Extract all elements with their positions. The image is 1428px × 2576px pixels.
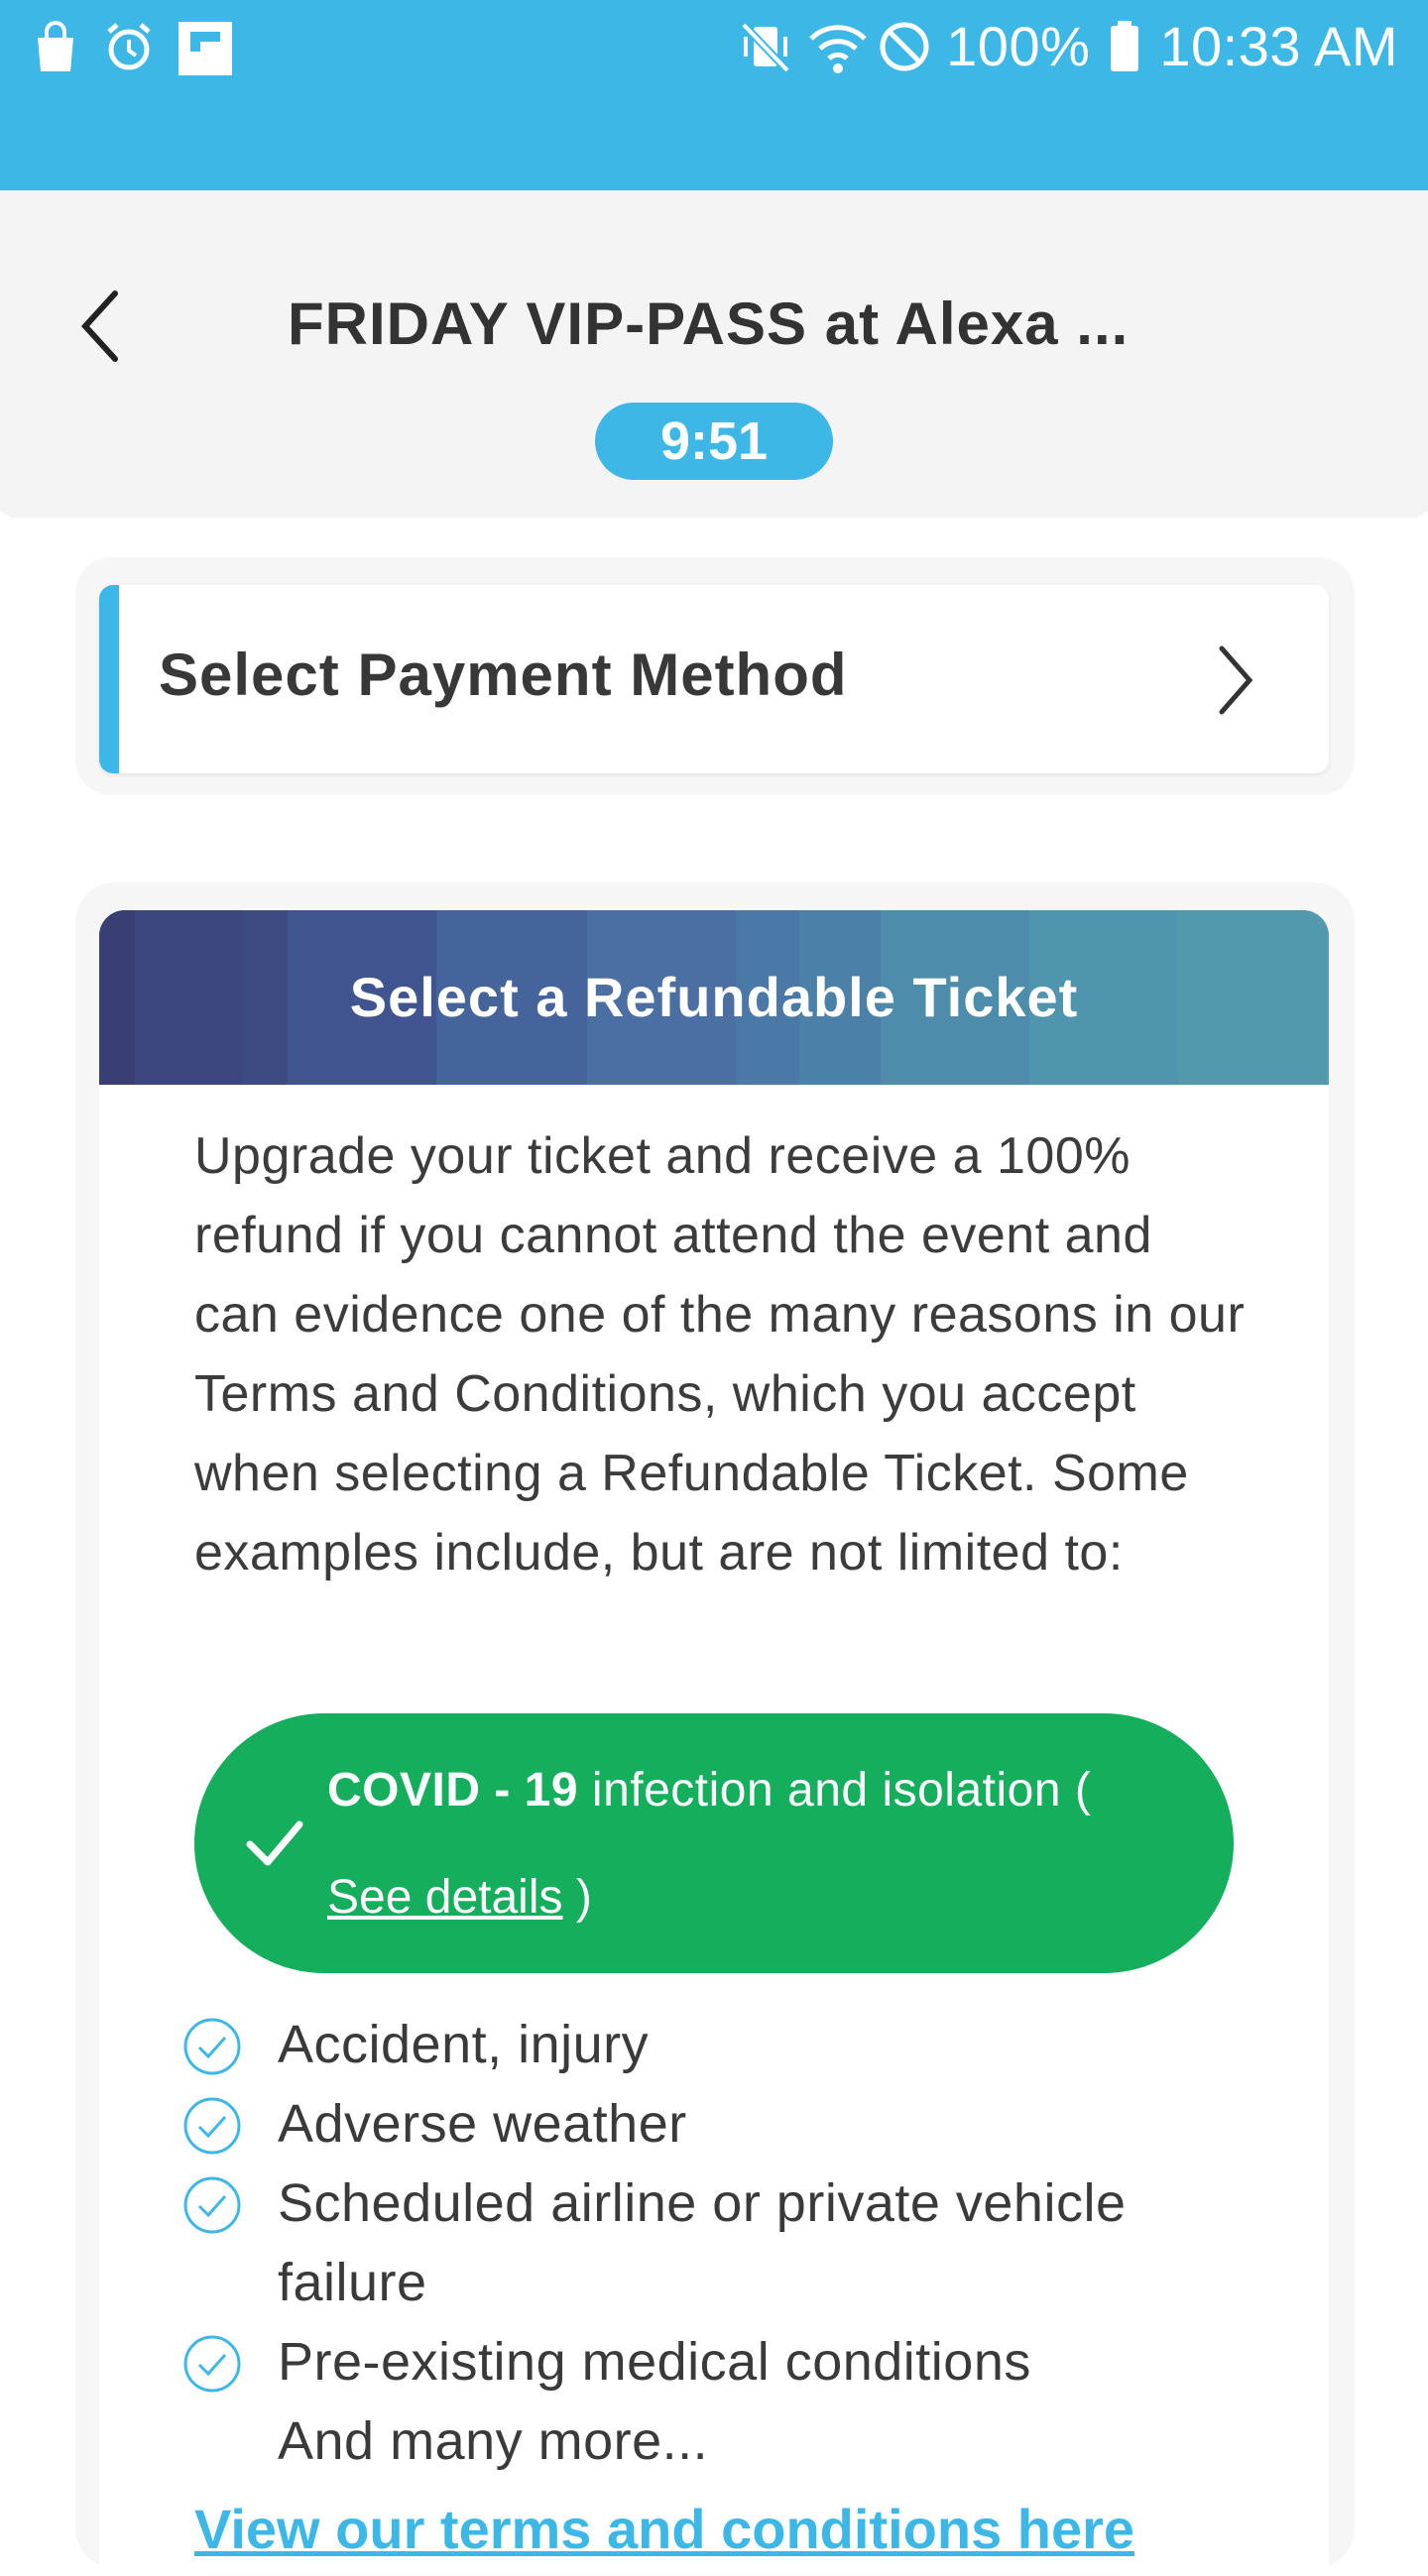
see-details-link[interactable]: See details [327,1871,563,1924]
clock: 10:33 AM [1159,15,1398,77]
wifi-icon [807,17,867,76]
payment-accent-bar [99,585,119,773]
select-payment-method-button[interactable]: Select Payment Method [99,585,1329,773]
page-title: FRIDAY VIP-PASS at Alexa ... [288,291,1130,357]
list-item: Pre-existing medical conditions [182,2322,1273,2401]
reason-label: Accident, injury [278,2015,650,2074]
covid-desc: infection and isolation ( [578,1764,1092,1816]
reason-label: Pre-existing medical conditions [278,2332,1031,2392]
refund-banner: Select a Refundable Ticket [99,910,1329,1085]
flipboard-icon [177,18,232,77]
refund-title: Select a Refundable Ticket [349,966,1079,1028]
back-button[interactable] [69,282,139,371]
status-bar: 100% 10:33 AM [0,0,1428,190]
checkmark-icon [246,1820,303,1866]
header: FRIDAY VIP-PASS at Alexa ... 9:51 [0,190,1428,518]
countdown-timer: 9:51 [595,403,833,480]
check-circle-icon [183,2176,241,2234]
status-bar-system: 100% 10:33 AM [738,14,1398,78]
refundable-ticket-card: Select a Refundable Ticket Upgrade your … [99,910,1329,2576]
reasons-list: Accident, injury Adverse weather Schedul… [182,2005,1273,2481]
list-item: Adverse weather [182,2084,1273,2164]
terms-and-conditions-link[interactable]: View our terms and conditions here [194,2497,1134,2561]
covid-text: COVID - 19 infection and isolation ( [327,1763,1091,1817]
list-item: Scheduled airline or private vehicle fai… [182,2164,1273,2322]
vibrate-mute-icon [738,17,791,76]
chevron-left-icon [80,291,118,362]
do-not-disturb-icon [877,17,929,76]
battery-icon [1108,17,1141,76]
alarm-icon [103,18,155,77]
covid-details-line: See details ) [327,1870,592,1925]
covid-option[interactable]: COVID - 19 infection and isolation ( See… [194,1713,1234,1973]
reason-label: Scheduled airline or private vehicle fai… [278,2173,1127,2312]
check-circle-icon [183,2097,241,2155]
status-bar-notifications [30,18,232,77]
covid-close-paren: ) [562,1871,592,1924]
battery-percent: 100% [946,15,1091,77]
payment-method-label: Select Payment Method [159,642,848,708]
list-item: Accident, injury [182,2005,1273,2084]
refund-description: Upgrade your ticket and receive a 100% r… [194,1127,1246,1581]
reason-label: Adverse weather [278,2094,687,2154]
covid-bold: COVID - 19 [327,1764,579,1816]
check-circle-icon [183,2018,241,2075]
more-reasons-text: And many more... [278,2411,709,2471]
check-circle-icon [183,2335,241,2393]
shopping-bag-icon [30,18,81,77]
chevron-right-icon [1210,641,1259,720]
